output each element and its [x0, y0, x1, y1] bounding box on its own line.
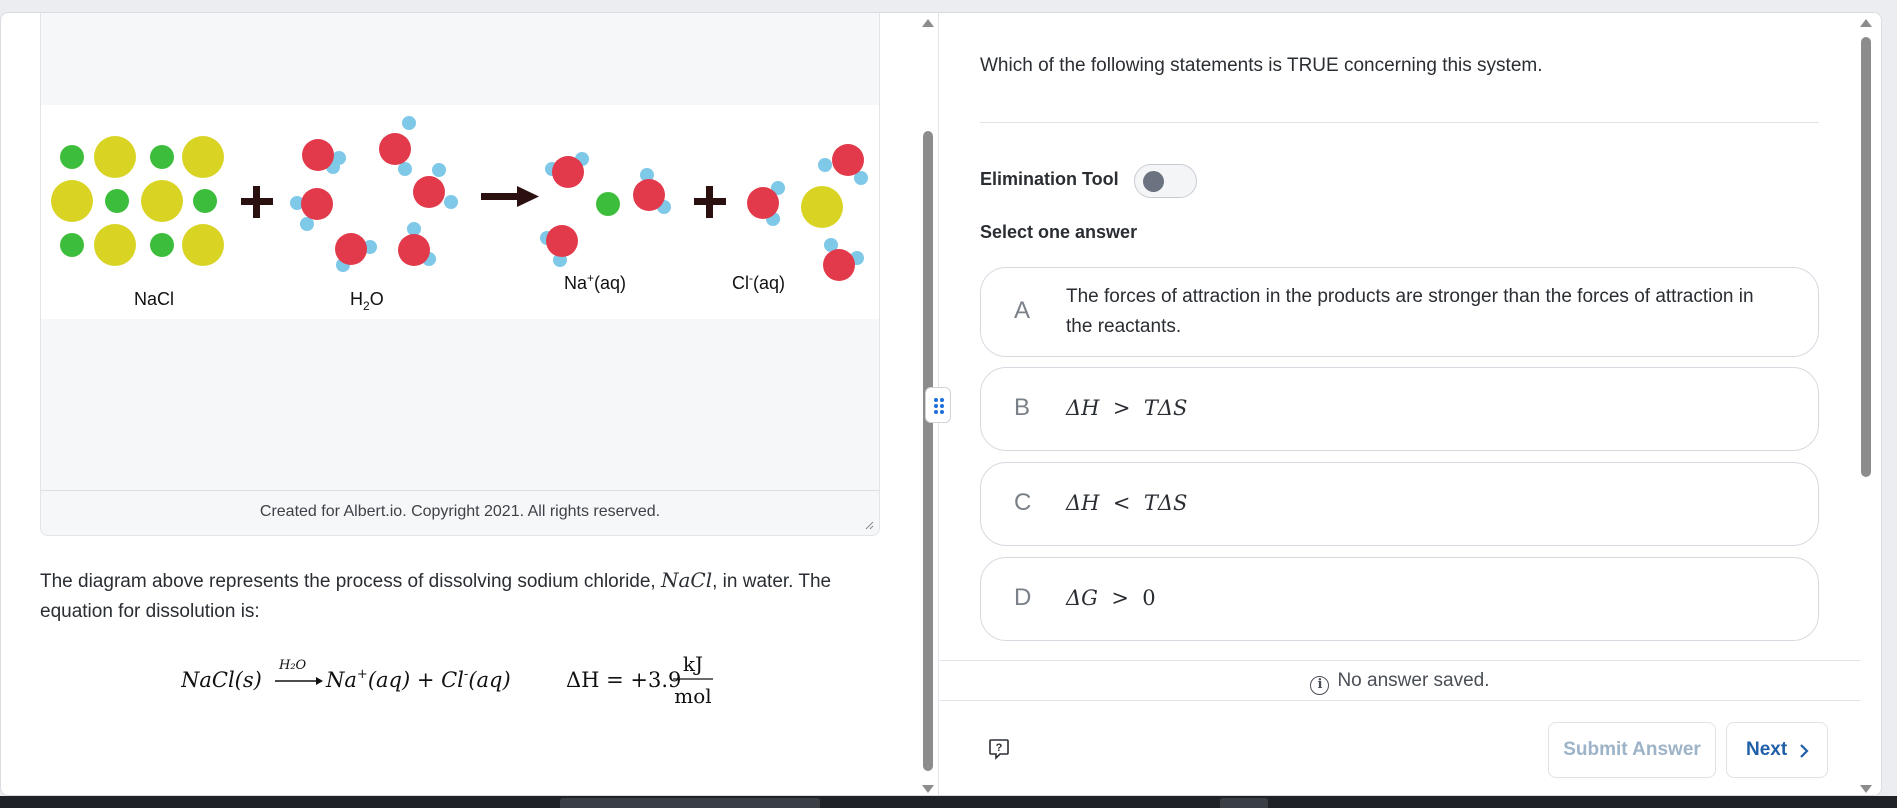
- equation-unit-denominator: mol: [674, 684, 711, 708]
- os-taskbar: [0, 796, 1897, 808]
- help-chat-icon[interactable]: ?: [988, 738, 1010, 760]
- scroll-down-arrow-icon[interactable]: [922, 785, 934, 793]
- equation-arrow-head: [316, 677, 323, 685]
- hydrated-chloride: [747, 144, 868, 281]
- question-panel: Which of the following statements is TRU…: [940, 13, 1860, 795]
- plus-sign-1: [241, 186, 273, 218]
- chevron-right-icon: [1800, 744, 1809, 758]
- equation-arrow-label: H₂O: [278, 658, 307, 673]
- water-molecules: [290, 116, 458, 272]
- app-frame: NaCl H2O Na+(aq) Cl-(aq) Created for Alb…: [0, 12, 1882, 796]
- option-text: The forces of attraction in the products…: [1066, 286, 1754, 337]
- option-letter: A: [1014, 297, 1031, 324]
- reaction-arrow: [481, 186, 539, 207]
- select-one-answer-label: Select one answer: [980, 222, 1138, 242]
- answer-option-c[interactable]: C ΔH < TΔS: [980, 462, 1819, 546]
- next-button-label: Next: [1746, 739, 1788, 760]
- right-scrollbar[interactable]: [1858, 13, 1874, 795]
- scroll-down-arrow-icon[interactable]: [1860, 785, 1872, 793]
- dissolution-diagram-svg: NaCl H2O Na+(aq) Cl-(aq): [51, 116, 868, 313]
- nacl-lattice: [51, 136, 224, 266]
- passage-math: NaCl: [661, 568, 713, 592]
- elimination-tool-toggle[interactable]: [1134, 164, 1197, 198]
- answer-status-text: No answer saved.: [1337, 670, 1490, 691]
- hydrated-sodium: [540, 152, 671, 267]
- next-button[interactable]: Next: [1726, 722, 1828, 778]
- label-sodium-ion: Na+(aq): [564, 271, 626, 293]
- answer-option-b[interactable]: B ΔH > TΔS: [980, 367, 1819, 451]
- submit-answer-button[interactable]: Submit Answer: [1548, 722, 1716, 778]
- stimulus-panel: NaCl H2O Na+(aq) Cl-(aq) Created for Alb…: [1, 13, 919, 795]
- label-chloride-ion: Cl-(aq): [732, 271, 785, 293]
- elimination-tool-label: Elimination Tool: [980, 169, 1119, 189]
- dissolution-diagram: NaCl H2O Na+(aq) Cl-(aq): [41, 105, 879, 319]
- info-icon: i: [1310, 676, 1330, 695]
- dissolution-equation: NaCl(s) H₂O Na+(aq) + Cl-(aq) ΔH = +3.9 …: [181, 652, 713, 708]
- equation-products: Na+(aq) + Cl-(aq): [325, 667, 511, 692]
- scroll-up-arrow-icon[interactable]: [1860, 19, 1872, 27]
- toggle-knob: [1143, 171, 1164, 192]
- resize-grip-icon[interactable]: [864, 520, 874, 530]
- right-scrollbar-thumb[interactable]: [1861, 37, 1871, 477]
- figure-caption: Created for Albert.io. Copyright 2021. A…: [259, 503, 661, 520]
- option-math: ΔH > TΔS: [1066, 396, 1188, 420]
- figure-caption-bar: Created for Albert.io. Copyright 2021. A…: [41, 490, 879, 535]
- svg-text:?: ?: [996, 742, 1003, 754]
- taskbar-item[interactable]: [560, 798, 820, 808]
- left-scrollbar-thumb[interactable]: [923, 131, 933, 771]
- answer-status: i No answer saved.: [940, 670, 1860, 695]
- divider: [980, 122, 1819, 123]
- label-water: H2O: [350, 289, 384, 313]
- answer-status-bar: i No answer saved.: [940, 660, 1860, 701]
- passage-text-part-1: The diagram above represents the process…: [40, 571, 661, 592]
- label-nacl: NaCl: [134, 289, 174, 309]
- option-math: ΔH < TΔS: [1066, 491, 1188, 515]
- equation-unit-numerator: kJ: [683, 652, 703, 676]
- question-prompt: Which of the following statements is TRU…: [980, 55, 1543, 76]
- equation-delta-h: ΔH = +3.9: [566, 668, 681, 692]
- scroll-up-arrow-icon[interactable]: [922, 19, 934, 27]
- option-math: ΔG > 0: [1066, 586, 1156, 610]
- figure-card: NaCl H2O Na+(aq) Cl-(aq) Created for Alb…: [40, 13, 880, 536]
- equation-reactant: NaCl(s): [181, 668, 262, 692]
- passage-text: The diagram above represents the process…: [40, 565, 870, 627]
- answer-option-a[interactable]: A The forces of attraction in the produc…: [980, 267, 1819, 357]
- option-letter: B: [1014, 394, 1031, 421]
- option-letter: C: [1014, 489, 1032, 516]
- plus-sign-2: [694, 186, 726, 218]
- answer-option-d[interactable]: D ΔG > 0: [980, 557, 1819, 641]
- taskbar-item[interactable]: [1220, 798, 1268, 808]
- option-letter: D: [1014, 584, 1032, 611]
